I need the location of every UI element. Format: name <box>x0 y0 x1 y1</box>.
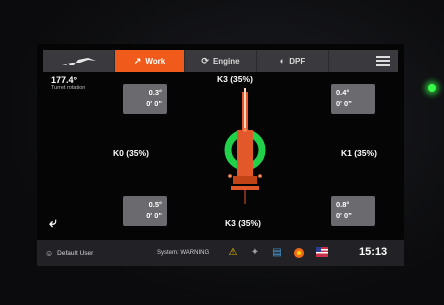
user-name: Default User <box>57 249 94 257</box>
readout-bottom-left-deg: 0.5° <box>148 200 162 209</box>
tab-home-logo[interactable] <box>43 50 115 72</box>
engine-icon: ⟳ <box>201 55 209 66</box>
display-screen: ↗ Work ⟳ Engine ◐ DPF 177.4° Turret rota… <box>37 44 404 266</box>
top-nav: ↗ Work ⟳ Engine ◐ DPF <box>43 50 398 72</box>
status-bar: ☺ Default User System: WARNING ⚠ ✦ ▤ 15:… <box>37 240 404 266</box>
warning-icon[interactable]: ⚠ <box>227 247 239 259</box>
readout-top-left-deg: 0.3° <box>148 88 162 97</box>
readout-bottom-right-dms: 0' 0" <box>336 211 352 220</box>
turret-rotation-label: Turret rotation <box>51 85 86 91</box>
pivot-point-top <box>243 128 247 132</box>
menu-button[interactable] <box>329 50 398 72</box>
readout-top-right-deg: 0.4° <box>336 88 350 97</box>
hamburger-menu-icon <box>376 56 390 66</box>
readout-bottom-right-deg: 0.8° <box>336 200 350 209</box>
k0-left-label: K0 (35%) <box>113 148 149 158</box>
readout-top-left[interactable]: 0.3° 0' 0" <box>123 84 167 114</box>
k3-top-label: K3 (35%) <box>217 74 253 84</box>
readout-bottom-right[interactable]: 0.8° 0' 0" <box>331 196 375 226</box>
pivot-point-right <box>258 174 262 178</box>
user-icon: ☺ <box>45 248 54 258</box>
tab-engine[interactable]: ⟳ Engine <box>185 50 257 72</box>
readout-top-left-dms: 0' 0" <box>146 99 162 108</box>
turret-rotation-value: 177.4° <box>51 75 78 85</box>
tab-dpf-label: DPF <box>289 56 306 66</box>
k3-bottom-label: K3 (35%) <box>225 218 261 228</box>
back-arrow-icon[interactable]: ⤶ <box>49 214 57 231</box>
k1-right-label: K1 (35%) <box>341 148 377 158</box>
dpf-icon: ◐ <box>279 56 286 66</box>
work-arm-icon: ↗ <box>133 55 142 66</box>
excavator-body <box>237 130 253 176</box>
excavator-arm-highlight <box>244 88 246 128</box>
flag-icon[interactable] <box>316 247 328 259</box>
user-info[interactable]: ☺ Default User <box>45 249 93 258</box>
tab-work[interactable]: ↗ Work <box>115 50 185 72</box>
readout-bottom-left[interactable]: 0.5° 0' 0" <box>123 196 167 226</box>
tab-dpf[interactable]: ◐ DPF <box>257 50 329 72</box>
readout-top-right[interactable]: 0.4° 0' 0" <box>331 84 375 114</box>
system-status: System: WARNING <box>157 250 210 256</box>
machine-status-icon[interactable]: ▤ <box>271 247 283 259</box>
clock-time: 15:13 <box>359 246 388 258</box>
signal-icon[interactable]: ✦ <box>249 247 261 259</box>
pivot-point-left <box>228 174 232 178</box>
excavator-logo-icon <box>61 58 96 67</box>
tab-work-label: Work <box>145 56 166 66</box>
readout-top-right-dms: 0' 0" <box>336 99 352 108</box>
readout-bottom-left-dms: 0' 0" <box>146 211 162 220</box>
status-led <box>428 84 436 92</box>
excavator-top-view <box>224 88 266 204</box>
excavator-blade <box>231 186 259 190</box>
tab-engine-label: Engine <box>212 56 240 66</box>
excavator-tracks <box>233 176 257 184</box>
alert-circle-icon[interactable] <box>293 247 305 259</box>
